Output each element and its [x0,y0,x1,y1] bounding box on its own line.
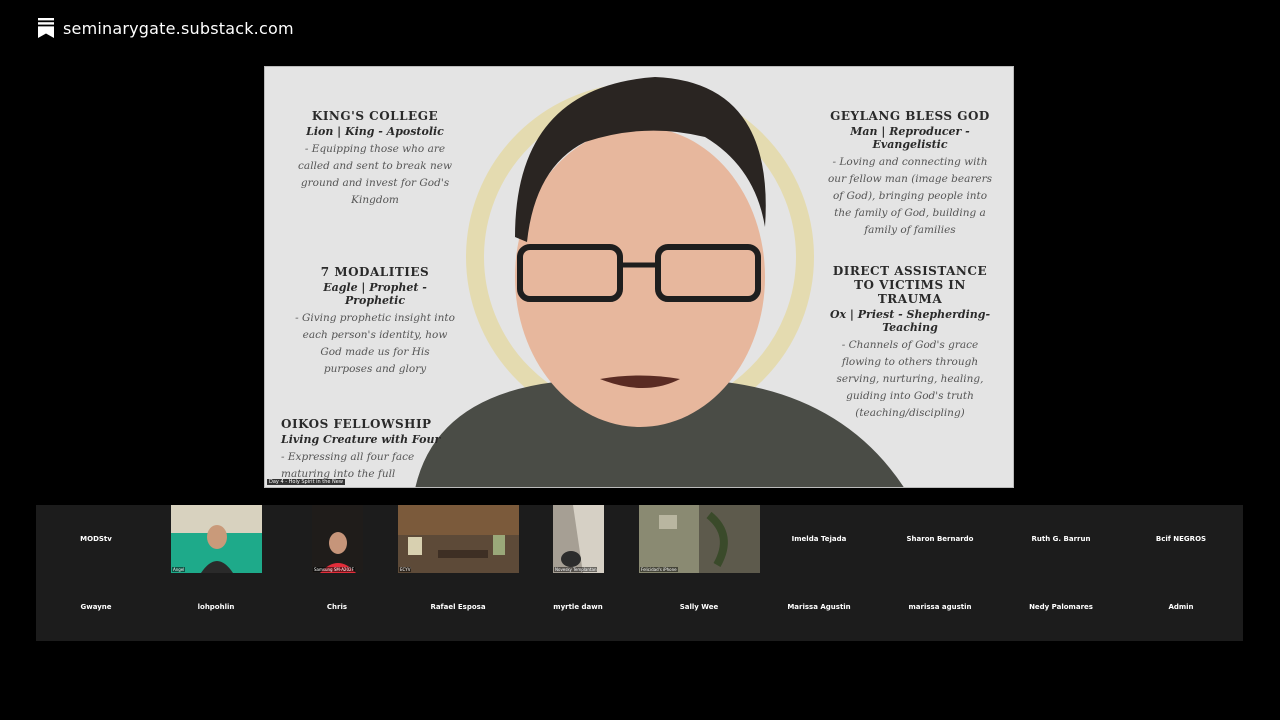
participant-video-tile[interactable]: ECYV [398,505,519,573]
participant-tile[interactable]: Gwayne [36,573,156,641]
slide-block-direct-assistance: DIRECT ASSISTANCE TO VICTIMS IN TRAUMA O… [825,264,995,422]
header: seminarygate.substack.com [38,18,294,38]
participant-name: Ruth G. Barrun [1031,535,1091,543]
site-url[interactable]: seminarygate.substack.com [63,19,294,38]
participant-tile[interactable]: lohpohlin [156,573,276,641]
participant-name: Marissa Agustin [787,603,851,611]
participant-tile[interactable]: Chris [277,573,397,641]
participant-tile[interactable]: myrtle dawn [518,573,638,641]
participant-name: ECYV [399,567,412,572]
participant-name: Rafael Esposa [430,603,486,611]
participant-tile[interactable]: Ruth G. Barrun [1001,505,1121,573]
participant-tile[interactable]: Nedy Palomares [1001,573,1121,641]
video-caption: Day 4 - Holy Spirit in the New [267,479,345,485]
participant-tile[interactable]: Sally Wee [639,573,759,641]
participant-tile[interactable]: marissa agustin [880,573,1000,641]
participant-video-feed [171,505,262,573]
slide-description: - Equipping those who are called and sen… [298,143,452,206]
slide-description: - Loving and connecting with our fellow … [827,156,992,236]
participant-name: Bcif NEGROS [1155,535,1207,543]
slide-title: 7 MODALITIES [320,265,430,279]
slide-subtitle: Living Creature with Four [281,433,441,446]
participant-name: Nedy Palomares [1029,603,1093,611]
slide-description: - Channels of God's grace flowing to oth… [836,339,984,419]
participant-gallery: MODStv Angel Samsung SM-A202F ECYV Noves… [36,505,1243,641]
participant-video-tile[interactable]: Felicidad's iPhone [639,505,760,573]
participant-video-feed [312,505,363,573]
participant-name: Admin [1168,603,1194,611]
slide-title: OIKOS FELLOWSHIP [281,417,432,431]
participant-name: marissa agustin [908,603,972,611]
slide-block-oikos-fellowship: OIKOS FELLOWSHIP Living Creature with Fo… [281,417,451,483]
substack-bookmark-icon [38,18,54,38]
slide-subtitle: Lion | King - Apostolic [306,125,444,138]
participant-name: Samsung SM-A202F [313,567,355,572]
participant-name: myrtle dawn [553,603,603,611]
participant-name: Felicidad's iPhone [640,567,678,572]
slide-block-7-modalities: 7 MODALITIES Eagle | Prophet - Prophetic… [295,265,455,378]
participant-name: Chris [326,603,348,611]
participant-video-feed [639,505,760,573]
shared-screen-video[interactable]: KING'S COLLEGE Lion | King - Apostolic -… [264,66,1014,488]
slide-subtitle: Eagle | Prophet - Prophetic [323,281,427,307]
participant-name: Imelda Tejada [791,535,847,543]
participant-video-tile[interactable]: Novesky Templantan [553,505,604,573]
participant-name: MODStv [80,535,112,543]
slide-description: - Giving prophetic insight into each per… [295,312,455,375]
slide-block-geylang-bless-god: GEYLANG BLESS GOD Man | Reproducer - Eva… [825,109,995,239]
participant-name: Sally Wee [679,603,719,611]
participant-name: lohpohlin [197,603,235,611]
slide-title: GEYLANG BLESS GOD [830,109,990,123]
participant-video-tile[interactable]: Angel [171,505,262,573]
participant-video-feed [553,505,604,573]
slide-description: - Expressing all four face maturing into… [281,451,415,480]
participant-tile[interactable]: Sharon Bernardo [880,505,1000,573]
participant-name: Angel [172,567,186,572]
participant-video-feed [398,505,519,573]
participant-tile[interactable]: Rafael Esposa [398,573,518,641]
slide-subtitle: Ox | Priest - Shepherding-Teaching [829,308,991,334]
participant-video-tile[interactable]: Samsung SM-A202F [312,505,363,573]
participant-tile[interactable]: Admin [1121,573,1241,641]
participant-tile[interactable]: Bcif NEGROS [1121,505,1241,573]
participant-name: Novesky Templantan [554,567,598,572]
slide-title: KING'S COLLEGE [311,109,439,123]
participant-tile[interactable]: Marissa Agustin [759,573,879,641]
slide-block-kings-college: KING'S COLLEGE Lion | King - Apostolic -… [295,109,455,209]
participant-tile[interactable]: MODStv [36,505,156,573]
participant-name: Sharon Bernardo [906,535,974,543]
slide-subtitle: Man | Reproducer - Evangelistic [850,125,970,151]
participant-tile[interactable]: Imelda Tejada [759,505,879,573]
slide-title: DIRECT ASSISTANCE TO VICTIMS IN TRAUMA [832,264,988,306]
participant-name: Gwayne [80,603,112,611]
